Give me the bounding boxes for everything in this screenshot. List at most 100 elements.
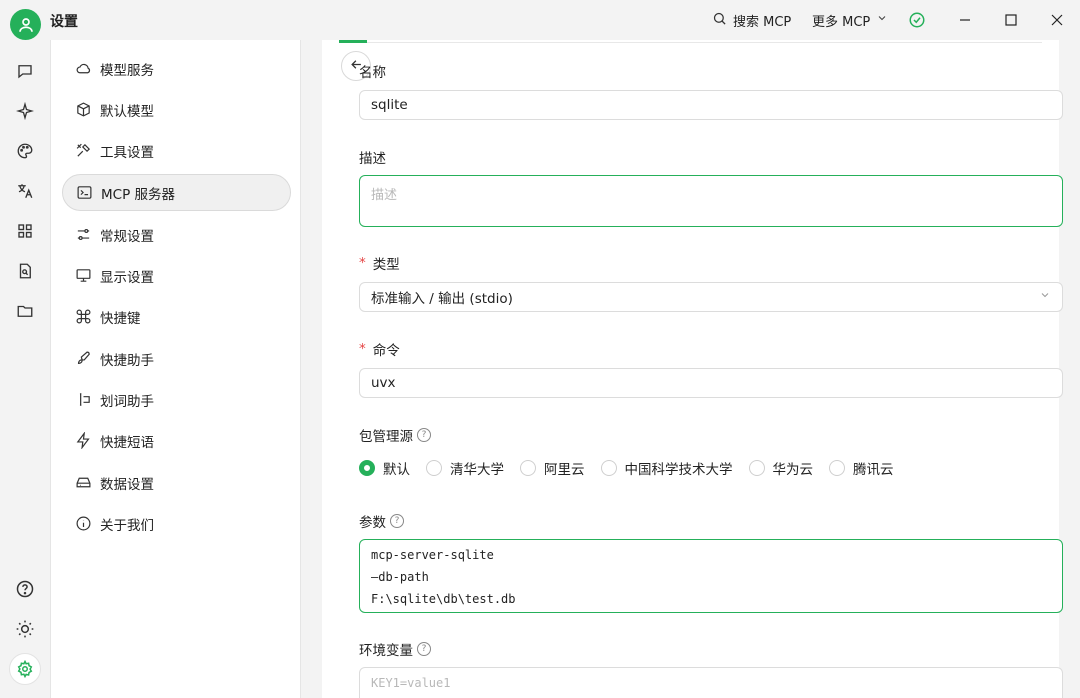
menu-item-label: 显示设置 [100, 269, 154, 286]
menu-item-model-service[interactable]: 模型服务 [62, 50, 291, 87]
chevron-down-icon [876, 12, 888, 28]
name-input-value: sqlite [371, 97, 408, 113]
command-icon [74, 308, 92, 326]
menu-item-mcp-servers[interactable]: MCP 服务器 [62, 174, 291, 211]
radio-aliyun[interactable]: 阿里云 [520, 458, 585, 478]
menu-item-label: 划词助手 [100, 393, 154, 410]
command-label-text: 命令 [372, 343, 400, 359]
radio-huawei[interactable]: 华为云 [748, 458, 813, 478]
env-placeholder: KEY1=value1 [371, 676, 451, 690]
menu-item-label: 工具设置 [100, 144, 154, 161]
args-line: F:\sqlite\db\test.db [371, 592, 516, 606]
radio-unchecked-icon [520, 460, 536, 476]
text-select-icon [74, 391, 92, 409]
terminal-icon [75, 184, 93, 202]
description-label-text: 描述 [359, 151, 386, 167]
radio-tsinghua[interactable]: 清华大学 [426, 458, 504, 478]
maximize-button[interactable] [988, 0, 1034, 40]
menu-item-data[interactable]: 数据设置 [62, 464, 291, 501]
menu-item-label: 常规设置 [100, 228, 154, 245]
chevron-down-icon [1039, 289, 1051, 305]
command-label: * 命令 [359, 339, 400, 359]
menu-item-general[interactable]: 常规设置 [62, 216, 291, 253]
apps-grid-icon[interactable] [13, 219, 37, 243]
radio-tencent[interactable]: 腾讯云 [829, 458, 894, 478]
monitor-icon [74, 267, 92, 285]
registry-radio-group: 默认 清华大学 阿里云 中国科学技术大学 华为云 腾讯云 [359, 458, 910, 478]
menu-item-tools[interactable]: 工具设置 [62, 132, 291, 169]
registry-label-text: 包管理源 [359, 429, 413, 445]
question-icon[interactable]: ? [417, 428, 431, 442]
command-input[interactable]: uvx [359, 368, 1063, 398]
args-line: —db-path [371, 570, 429, 584]
description-label: 描述 [359, 147, 386, 167]
mcp-server-form: 名称 sqlite 描述 描述 * 类型 标准输入 / 输出 (stdio) *… [322, 40, 1063, 698]
main-panel: 名称 sqlite 描述 描述 * 类型 标准输入 / 输出 (stdio) *… [301, 40, 1080, 698]
help-icon[interactable] [13, 577, 37, 601]
menu-item-label: 快捷键 [100, 310, 141, 327]
env-label-text: 环境变量 [359, 643, 413, 659]
description-textarea[interactable]: 描述 [359, 175, 1063, 227]
radio-label: 中国科学技术大学 [624, 462, 733, 478]
radio-default[interactable]: 默认 [359, 458, 410, 478]
description-placeholder: 描述 [371, 188, 398, 203]
rocket-icon [74, 350, 92, 368]
type-select[interactable]: 标准输入 / 输出 (stdio) [359, 282, 1063, 312]
title-bar: 设置 搜索 MCP 更多 MCP [0, 0, 1080, 40]
more-mcp-dropdown[interactable]: 更多 MCP [812, 0, 888, 40]
menu-item-quick-phrases[interactable]: 快捷短语 [62, 422, 291, 459]
args-line: mcp-server-sqlite [371, 548, 494, 562]
app-title: 设置 [50, 14, 78, 30]
minimize-button[interactable] [942, 0, 988, 40]
name-input[interactable]: sqlite [359, 90, 1063, 120]
menu-item-display[interactable]: 显示设置 [62, 257, 291, 294]
radio-label: 默认 [383, 462, 410, 478]
sparkle-icon[interactable] [13, 99, 37, 123]
zap-icon [74, 432, 92, 450]
menu-item-shortcuts[interactable]: 快捷键 [62, 298, 291, 335]
settings-menu: 模型服务 默认模型 工具设置 MCP 服务器 常规设置 显示设置 快捷键 快捷助… [50, 40, 301, 698]
app-avatar-icon[interactable] [10, 9, 41, 40]
active-tab-indicator [339, 40, 367, 43]
env-label: 环境变量 ? [359, 639, 431, 659]
close-button[interactable] [1034, 0, 1080, 40]
palette-icon[interactable] [13, 139, 37, 163]
menu-item-quick-assistant[interactable]: 快捷助手 [62, 340, 291, 377]
radio-label: 阿里云 [544, 462, 585, 478]
args-label: 参数 ? [359, 511, 404, 531]
menu-item-label: 关于我们 [100, 517, 154, 534]
chat-icon[interactable] [13, 59, 37, 83]
cube-icon [74, 101, 92, 119]
question-icon[interactable]: ? [417, 642, 431, 656]
menu-item-label: 快捷助手 [100, 352, 154, 369]
question-icon[interactable]: ? [390, 514, 404, 528]
required-marker: * [359, 255, 366, 271]
file-search-icon[interactable] [13, 259, 37, 283]
radio-label: 腾讯云 [853, 462, 894, 478]
settings-gear-icon[interactable] [9, 653, 41, 685]
divider [339, 42, 1042, 43]
args-textarea[interactable]: mcp-server-sqlite —db-path F:\sqlite\db\… [359, 539, 1063, 613]
tools-icon [74, 142, 92, 160]
radio-label: 清华大学 [450, 462, 504, 478]
theme-toggle-icon[interactable] [13, 617, 37, 641]
menu-item-about[interactable]: 关于我们 [62, 505, 291, 542]
registry-label: 包管理源 ? [359, 425, 431, 445]
search-mcp-button[interactable]: 搜索 MCP [712, 0, 791, 40]
type-label-text: 类型 [372, 257, 400, 273]
search-icon [712, 11, 727, 30]
env-textarea[interactable]: KEY1=value1 [359, 667, 1063, 698]
menu-item-default-model[interactable]: 默认模型 [62, 91, 291, 128]
menu-item-selection-assistant[interactable]: 划词助手 [62, 381, 291, 418]
search-mcp-label: 搜索 MCP [733, 14, 792, 30]
radio-ustc[interactable]: 中国科学技术大学 [600, 458, 733, 478]
menu-item-label: MCP 服务器 [101, 186, 176, 203]
translate-icon[interactable] [13, 179, 37, 203]
menu-item-label: 数据设置 [100, 476, 154, 493]
folder-icon[interactable] [13, 299, 37, 323]
status-check-icon[interactable] [908, 0, 926, 40]
radio-unchecked-icon [748, 460, 765, 476]
icon-rail [0, 40, 50, 698]
cloud-icon [74, 60, 92, 78]
args-label-text: 参数 [359, 515, 386, 531]
